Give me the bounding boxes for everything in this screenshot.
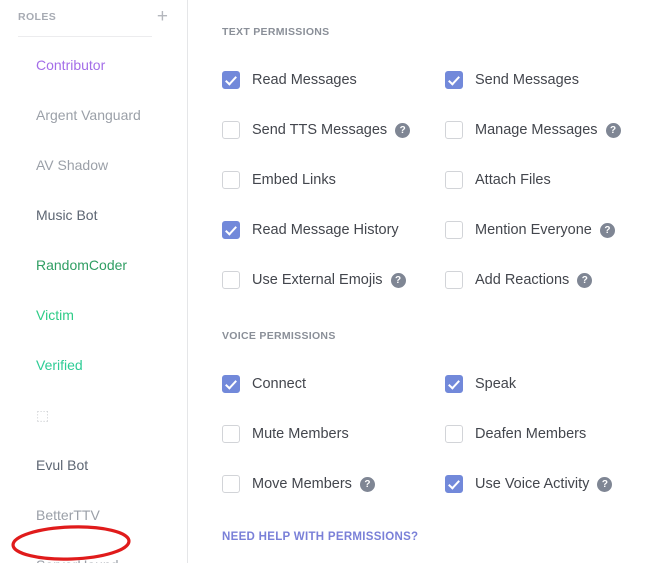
role-item[interactable]: RandomCoder xyxy=(0,240,188,290)
permission-item[interactable]: Add Reactions? xyxy=(445,255,663,305)
checkbox-unchecked-icon[interactable] xyxy=(222,271,240,289)
checkbox-checked-icon[interactable] xyxy=(222,71,240,89)
permission-item[interactable]: Use Voice Activity? xyxy=(445,459,663,509)
help-icon[interactable]: ? xyxy=(597,476,613,492)
voice-permissions-grid: Connect Speak Mute Members Deafen Members Mo… xyxy=(222,359,662,509)
checkbox-unchecked-icon[interactable] xyxy=(445,171,463,189)
sidebar-divider xyxy=(18,36,152,37)
permission-label: Move Members xyxy=(252,476,352,492)
permission-item[interactable]: Manage Messages? xyxy=(445,105,663,155)
permission-item[interactable]: Embed Links xyxy=(222,155,445,205)
roles-header: ROLES + xyxy=(0,0,188,33)
permission-item[interactable]: Read Messages xyxy=(222,55,445,105)
need-help-link[interactable]: NEED HELP WITH PERMISSIONS? xyxy=(222,531,418,543)
checkbox-checked-icon[interactable] xyxy=(445,475,463,493)
role-item-label: RandomCoder xyxy=(36,257,128,273)
role-item[interactable]: AV Shadow xyxy=(0,140,188,190)
role-item[interactable]: Argent Vanguard xyxy=(0,90,188,140)
help-icon[interactable]: ? xyxy=(605,122,621,138)
permission-label: Connect xyxy=(252,376,307,392)
permission-label: Manage Messages xyxy=(475,122,598,138)
checkbox-unchecked-icon[interactable] xyxy=(445,425,463,443)
checkbox-unchecked-icon[interactable] xyxy=(222,171,240,189)
role-item-label: Contributor xyxy=(36,57,106,73)
permission-item[interactable]: Mention Everyone? xyxy=(445,205,663,255)
roles-header-title: ROLES xyxy=(18,10,57,23)
permission-label: Use External Emojis xyxy=(252,272,383,288)
checkbox-checked-icon[interactable] xyxy=(445,375,463,393)
permission-item[interactable]: Attach Files xyxy=(445,155,663,205)
role-item-label: AV Shadow xyxy=(36,157,109,173)
checkbox-unchecked-icon[interactable] xyxy=(222,121,240,139)
role-item-label: Victim xyxy=(36,307,74,323)
role-item[interactable]: ServerHound xyxy=(0,540,188,563)
permission-label: Send Messages xyxy=(475,72,579,88)
role-item-label: ServerHound xyxy=(36,557,119,563)
checkbox-unchecked-icon[interactable] xyxy=(445,121,463,139)
permission-label: Speak xyxy=(475,376,517,392)
role-item[interactable]: Music Bot xyxy=(0,190,188,240)
role-item[interactable]: BetterTTV xyxy=(0,490,188,540)
checkbox-unchecked-icon[interactable] xyxy=(445,271,463,289)
roles-permissions-screen: ROLES + Contributor Argent Vanguard AV Sha… xyxy=(0,0,663,563)
checkbox-unchecked-icon[interactable] xyxy=(222,475,240,493)
help-icon[interactable]: ? xyxy=(359,476,375,492)
permission-item[interactable]: Connect xyxy=(222,359,445,409)
permission-label: Mute Members xyxy=(252,426,349,442)
checkbox-checked-icon[interactable] xyxy=(222,375,240,393)
role-item[interactable]: Contributor xyxy=(0,40,188,90)
permission-item[interactable]: Send Messages xyxy=(445,55,663,105)
checkbox-checked-icon[interactable] xyxy=(222,221,240,239)
permission-label: Read Messages xyxy=(252,72,357,88)
help-icon[interactable]: ? xyxy=(599,222,615,238)
text-permissions-section: TEXT PERMISSIONS Read Messages Send Messa… xyxy=(222,26,662,305)
role-item[interactable]: Evul Bot xyxy=(0,440,188,490)
text-permissions-grid: Read Messages Send Messages Send TTS Messa… xyxy=(222,55,662,305)
role-list: Contributor Argent Vanguard AV Shadow Music… xyxy=(0,40,188,563)
permissions-panel: TEXT PERMISSIONS Read Messages Send Messa… xyxy=(189,0,663,563)
checkbox-unchecked-icon[interactable] xyxy=(445,221,463,239)
section-title: VOICE PERMISSIONS xyxy=(222,330,336,342)
role-item[interactable]: Verified xyxy=(0,340,188,390)
permission-item[interactable]: Read Message History xyxy=(222,205,445,255)
permission-label: Add Reactions xyxy=(475,272,570,288)
permission-label: Use Voice Activity xyxy=(475,476,590,492)
help-icon[interactable]: ? xyxy=(390,272,406,288)
permission-item[interactable]: Move Members? xyxy=(222,459,445,509)
role-item-label: BetterTTV xyxy=(36,507,100,523)
permission-label: Mention Everyone xyxy=(475,222,592,238)
permission-label: Read Message History xyxy=(252,222,399,238)
checkbox-checked-icon[interactable] xyxy=(445,71,463,89)
permission-label: Attach Files xyxy=(475,172,551,188)
role-item[interactable]: ⬚ xyxy=(0,390,188,440)
role-item-label: Argent Vanguard xyxy=(36,107,141,123)
plus-icon[interactable]: + xyxy=(157,7,168,26)
permission-item[interactable]: Speak xyxy=(445,359,663,409)
roles-sidebar: ROLES + Contributor Argent Vanguard AV Sha… xyxy=(0,0,188,563)
permission-item[interactable]: Send TTS Messages? xyxy=(222,105,445,155)
section-title: TEXT PERMISSIONS xyxy=(222,26,330,38)
help-icon[interactable]: ? xyxy=(577,272,593,288)
checkbox-unchecked-icon[interactable] xyxy=(222,425,240,443)
permission-label: Deafen Members xyxy=(475,426,587,442)
voice-permissions-section: VOICE PERMISSIONS Connect Speak Mute Membe… xyxy=(222,330,662,509)
role-item[interactable]: Victim xyxy=(0,290,188,340)
permission-item[interactable]: Mute Members xyxy=(222,409,445,459)
help-icon[interactable]: ? xyxy=(395,122,411,138)
permission-item[interactable]: Use External Emojis? xyxy=(222,255,445,305)
role-item-label: Music Bot xyxy=(36,207,98,223)
role-item-label: Evul Bot xyxy=(36,457,89,473)
permission-label: Send TTS Messages xyxy=(252,122,388,138)
permission-item[interactable]: Deafen Members xyxy=(445,409,663,459)
role-item-label: ⬚ xyxy=(36,406,50,423)
role-item-label: Verified xyxy=(36,357,83,373)
permission-label: Embed Links xyxy=(252,172,336,188)
